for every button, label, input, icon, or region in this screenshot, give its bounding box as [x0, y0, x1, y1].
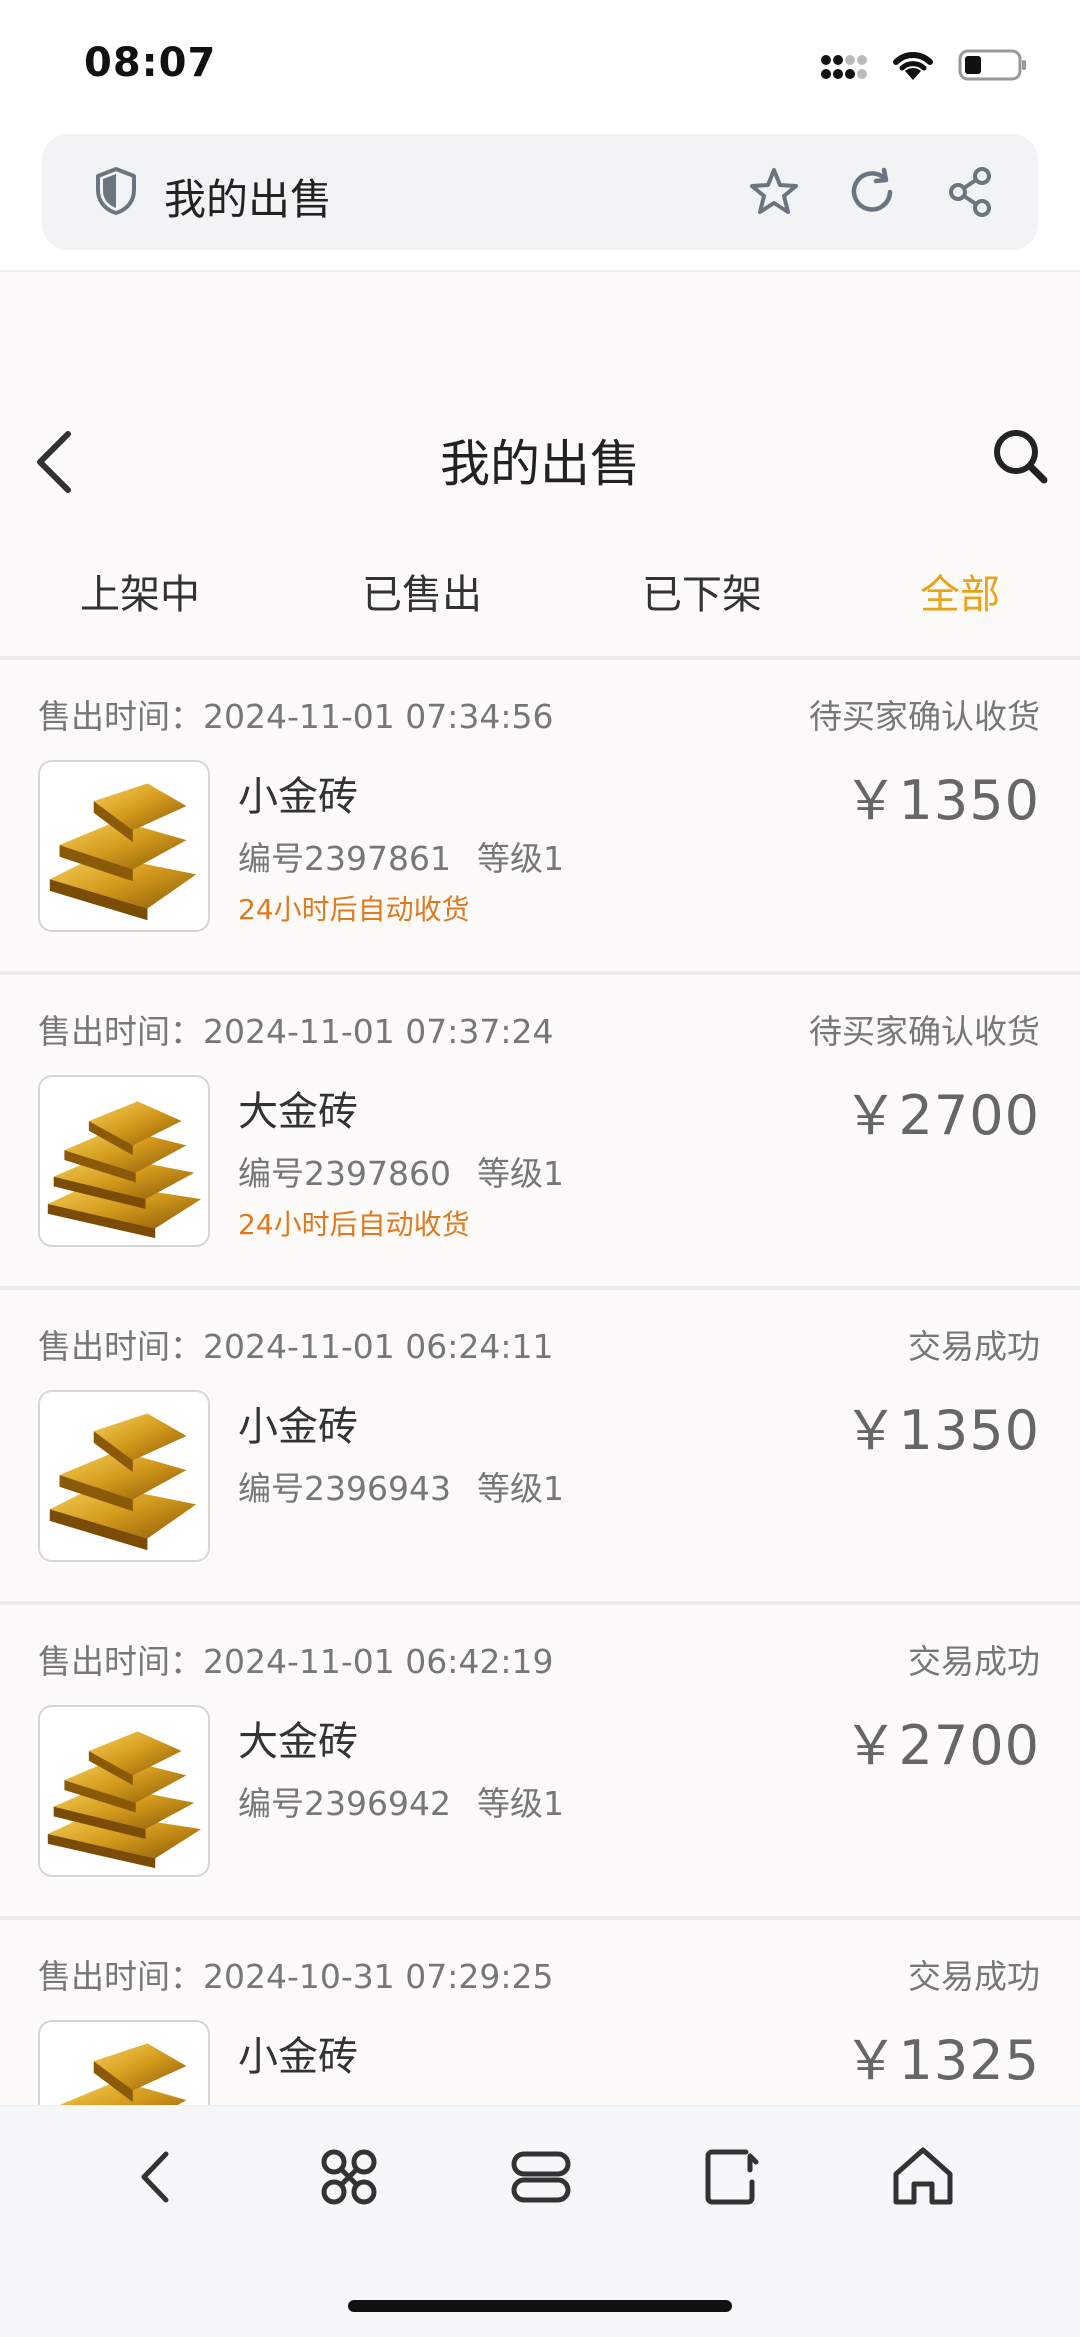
sale-time: 售出时间：2024-11-01 06:24:11 — [38, 1327, 554, 1366]
order-status: 交易成功 — [908, 1642, 1040, 1681]
price: ￥1325 — [843, 2029, 1040, 2092]
browser-bar: 我的出售 — [0, 130, 1080, 272]
item-meta: 编号2397861 等级1 — [238, 832, 564, 880]
order-status: 待买家确认收货 — [809, 697, 1040, 736]
nav-apps-button[interactable] — [314, 2142, 384, 2212]
order-card[interactable]: 售出时间：2024-11-01 06:42:19 交易成功 大金砖 编号2396… — [0, 1605, 1080, 1920]
nav-tabs-button[interactable] — [506, 2142, 576, 2212]
page-title: 我的出售 — [440, 435, 640, 493]
tab-sold[interactable]: 已售出 — [362, 562, 482, 620]
tabs-icon — [511, 2151, 571, 2203]
gold-bar-icon — [47, 1101, 202, 1239]
chevron-left-icon — [141, 2151, 169, 2203]
gold-bar-image — [38, 1075, 210, 1247]
home-icon — [893, 2147, 953, 2205]
gold-bar-icon — [47, 1731, 202, 1869]
nav-window-button[interactable] — [698, 2142, 768, 2212]
apps-icon — [321, 2149, 377, 2205]
item-name: 小金砖 — [238, 1404, 358, 1450]
status-time: 08:07 — [84, 40, 217, 86]
sale-time: 售出时间：2024-11-01 07:37:24 — [38, 1012, 554, 1051]
order-card[interactable]: 售出时间：2024-11-01 07:37:24 待买家确认收货 大金砖 编号2… — [0, 975, 1080, 1290]
gold-bar-icon — [49, 1413, 197, 1551]
search-icon — [994, 430, 1048, 484]
gold-bar-image — [38, 760, 210, 932]
signal-icon — [821, 55, 867, 79]
sale-time: 售出时间：2024-11-01 07:34:56 — [38, 697, 554, 736]
item-name: 小金砖 — [238, 774, 358, 820]
item-level: 等级1 — [476, 1469, 564, 1508]
nav-home-button[interactable] — [888, 2142, 958, 2212]
order-card[interactable]: 售出时间：2024-11-01 06:24:11 交易成功 小金砖 编号2396… — [0, 1290, 1080, 1605]
item-id: 编号2397860 — [238, 1154, 451, 1193]
window-icon — [705, 2149, 759, 2205]
order-list: 售出时间：2024-11-01 07:34:56 待买家确认收货 小金砖 编号2… — [0, 660, 1080, 2235]
home-indicator[interactable] — [348, 2300, 732, 2312]
refresh-icon[interactable] — [844, 164, 900, 220]
browser-title: 我的出售 — [164, 175, 333, 224]
item-meta: 编号2396942 等级1 — [238, 1777, 564, 1825]
gold-bar-image — [38, 1705, 210, 1877]
item-meta: 编号2396943 等级1 — [238, 1462, 564, 1510]
search-button[interactable] — [990, 426, 1050, 486]
item-name: 小金砖 — [238, 2034, 358, 2080]
share-icon[interactable] — [942, 164, 998, 220]
item-name: 大金砖 — [238, 1089, 358, 1135]
order-status: 待买家确认收货 — [809, 1012, 1040, 1051]
status-bar: 08:07 — [0, 0, 1080, 130]
auto-receive-note: 24小时后自动收货 — [238, 893, 470, 926]
order-status: 交易成功 — [908, 1327, 1040, 1366]
price: ￥1350 — [843, 769, 1040, 832]
tab-all[interactable]: 全部 — [920, 562, 1000, 620]
item-meta: 编号2397860 等级1 — [238, 1147, 564, 1195]
nav-back-button[interactable] — [122, 2142, 192, 2212]
item-id: 编号2396942 — [238, 1784, 451, 1823]
item-id: 编号2396943 — [238, 1469, 451, 1508]
gold-bar-image — [38, 1390, 210, 1562]
status-icons — [820, 48, 1028, 82]
address-bar[interactable]: 我的出售 — [42, 134, 1038, 250]
price: ￥2700 — [843, 1714, 1040, 1777]
tab-delisted[interactable]: 已下架 — [642, 562, 762, 620]
gold-bar-icon — [49, 783, 197, 921]
price: ￥1350 — [843, 1399, 1040, 1462]
sale-time: 售出时间：2024-11-01 06:42:19 — [38, 1642, 554, 1681]
auto-receive-note: 24小时后自动收货 — [238, 1208, 470, 1241]
order-card[interactable]: 售出时间：2024-11-01 07:34:56 待买家确认收货 小金砖 编号2… — [0, 660, 1080, 975]
shield-icon — [96, 167, 136, 215]
star-icon[interactable] — [746, 164, 802, 220]
item-level: 等级1 — [476, 1784, 564, 1823]
page-header: 我的出售 上架中 已售出 已下架 全部 — [0, 272, 1080, 652]
price: ￥2700 — [843, 1084, 1040, 1147]
order-status: 交易成功 — [908, 1957, 1040, 1996]
battery-icon — [958, 49, 1026, 81]
item-level: 等级1 — [476, 839, 564, 878]
wifi-icon — [893, 51, 933, 80]
item-name: 大金砖 — [238, 1719, 358, 1765]
item-level: 等级1 — [476, 1154, 564, 1193]
tab-bar: 上架中 已售出 已下架 全部 — [0, 562, 1080, 642]
tab-listing[interactable]: 上架中 — [80, 562, 200, 620]
item-id: 编号2397861 — [238, 839, 451, 878]
sale-time: 售出时间：2024-10-31 07:29:25 — [38, 1957, 554, 1996]
